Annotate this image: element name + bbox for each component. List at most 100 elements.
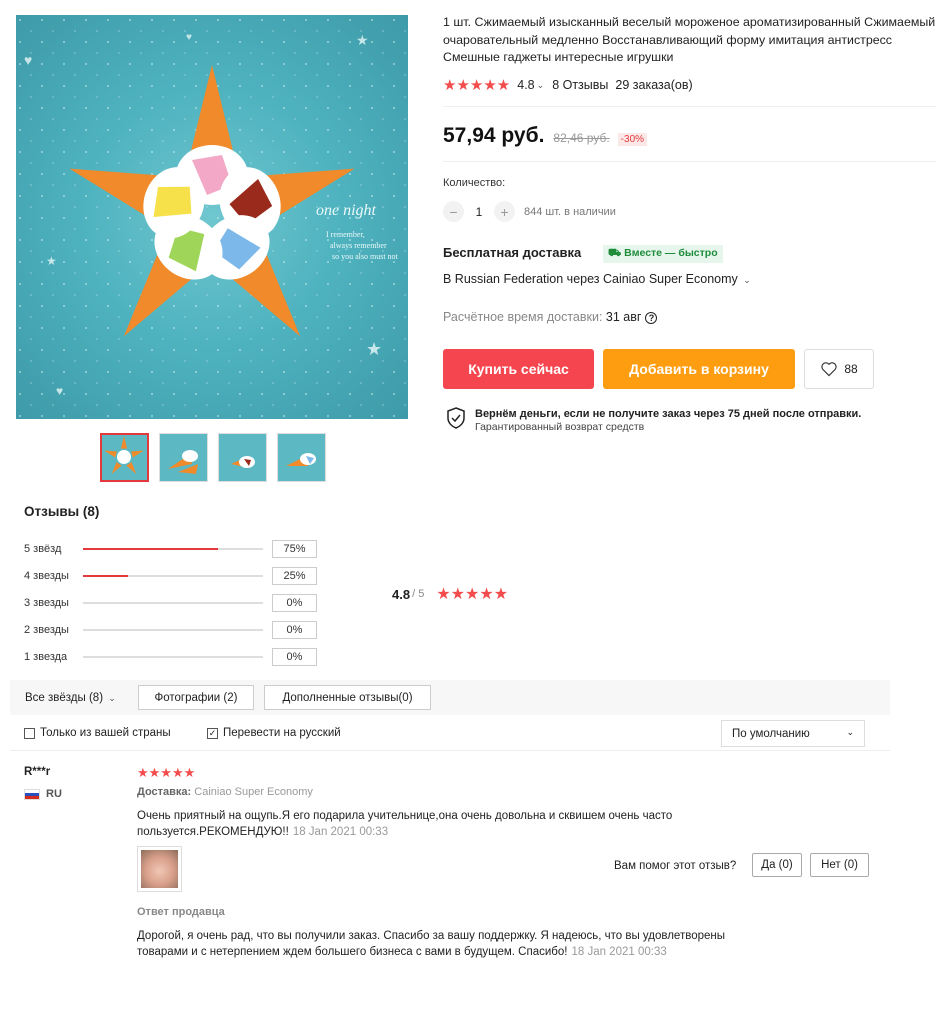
photos-filter-button[interactable]: Фотографии (2): [138, 685, 254, 710]
reviews-link[interactable]: 8 Отзывы: [552, 78, 608, 92]
product-title: 1 шт. Сжимаемый изысканный веселый морож…: [443, 15, 936, 64]
product-main-image[interactable]: ♥ ★ ★ ★ ♥ ♥ one night I remember, always…: [16, 15, 408, 419]
svg-text:♥: ♥: [56, 384, 63, 398]
guarantee-block: Вернём деньги, если не получите заказ че…: [446, 407, 861, 434]
shipping-badge-label: Вместе — быстро: [624, 247, 718, 259]
guarantee-subtitle: Гарантированный возврат средств: [475, 421, 645, 433]
rating-bar-label: 2 звезды: [24, 623, 69, 636]
rating-bar-percent: 0%: [272, 647, 317, 666]
average-max: / 5: [412, 588, 425, 600]
translate-checkbox[interactable]: ✓ Перевести на русский: [207, 727, 341, 739]
rating-breakdown: 5 звёзд 75% 4 звезды 25% 3 звезды 0% 2 звезды 0…: [24, 535, 317, 670]
country-code: RU: [46, 788, 62, 800]
rating-bar-percent: 75%: [272, 539, 317, 558]
review-date: 18 Jan 2021 00:33: [292, 826, 389, 838]
chevron-down-icon: ⌄: [846, 727, 854, 737]
rating-bar-row[interactable]: 3 звезды 0%: [24, 589, 317, 616]
price-row: 57,94 руб. 82,46 руб. -30%: [443, 124, 648, 148]
rating-row: ★★★★★ 4.8 ⌄ 8 Отзывы 29 заказа(ов): [443, 76, 693, 94]
thumbnail[interactable]: [218, 433, 267, 482]
orders-count: 29 заказа(ов): [615, 78, 693, 92]
shipping-route: В Russian Federation через Cainiao Super…: [443, 272, 738, 286]
divider: [443, 106, 936, 107]
wishlist-button[interactable]: 88: [804, 349, 874, 389]
chevron-down-icon: ⌄: [108, 693, 116, 703]
help-icon[interactable]: ?: [645, 311, 658, 324]
review-user: R***r: [24, 766, 51, 778]
rating-bar-label: 1 звезда: [24, 650, 68, 663]
thumbnail-strip: [100, 433, 326, 482]
only-country-label: Только из вашей страны: [40, 727, 171, 739]
thumbnail[interactable]: [277, 433, 326, 482]
seller-reply-date: 18 Jan 2021 00:33: [571, 946, 667, 958]
review-text: Очень приятный на ощупь.Я его подарила у…: [137, 808, 737, 840]
rating-bar-fill: [83, 547, 218, 550]
only-country-checkbox[interactable]: Только из вашей страны: [24, 727, 171, 739]
all-stars-dropdown[interactable]: Все звёзды (8) ⌄: [25, 692, 116, 704]
rating-bar-row[interactable]: 2 звезды 0%: [24, 616, 317, 643]
rating-bar-fill: [83, 574, 128, 577]
image-caption-text: so you also must not: [332, 252, 399, 261]
increase-button[interactable]: +: [494, 201, 515, 222]
decrease-button[interactable]: −: [443, 201, 464, 222]
discount-badge: -30%: [617, 133, 648, 146]
old-price: 82,46 руб.: [553, 131, 610, 145]
truck-icon: ⛟: [608, 247, 625, 259]
delivery-time-value: 31 авг: [605, 310, 642, 324]
svg-text:★: ★: [356, 32, 369, 48]
chevron-down-icon[interactable]: ⌄: [537, 80, 545, 91]
rating-bar-track: [83, 574, 263, 577]
delivery-time-label: Расчётное время доставки:: [443, 310, 603, 324]
checkmark-icon: ✓: [207, 727, 218, 739]
shipping-badge: ⛟ Вместе — быстро: [603, 245, 723, 263]
image-caption-text: always remember: [330, 241, 387, 250]
rating-bar-track: [83, 547, 263, 550]
rating-bar-row[interactable]: 1 звезда 0%: [24, 643, 317, 670]
add-to-cart-button[interactable]: Добавить в корзину: [603, 349, 795, 389]
buy-now-button[interactable]: Купить сейчас: [443, 349, 594, 389]
helpful-yes-button[interactable]: Да (0): [752, 853, 802, 877]
thumbnail[interactable]: [159, 433, 208, 482]
review-photo[interactable]: [137, 846, 182, 892]
review-delivery: Доставка: Cainiao Super Economy: [137, 786, 313, 798]
rating-bar-track: [83, 655, 263, 658]
svg-text:★: ★: [366, 339, 382, 359]
rating-bar-label: 5 звёзд: [24, 542, 62, 555]
flag-icon: [24, 788, 40, 800]
sort-value: По умолчанию: [732, 728, 810, 740]
svg-text:★: ★: [46, 254, 57, 268]
additional-reviews-button[interactable]: Дополненные отзывы(0): [264, 685, 431, 710]
rating-bar-row[interactable]: 4 звезды 25%: [24, 562, 317, 589]
image-caption-text: I remember,: [326, 230, 365, 239]
rating-value[interactable]: 4.8: [517, 78, 534, 92]
quantity-value[interactable]: 1: [464, 205, 494, 219]
rating-bar-label: 4 звезды: [24, 569, 69, 582]
helpful-question: Вам помог этот отзыв?: [614, 860, 737, 872]
review-options-row: Только из вашей страны ✓ Перевести на рус…: [10, 716, 890, 751]
review-filter-bar: Все звёзды (8) ⌄ Фотографии (2) Дополнен…: [10, 680, 890, 715]
shipping-route-selector[interactable]: В Russian Federation через Cainiao Super…: [443, 272, 751, 286]
divider: [443, 161, 936, 162]
rating-bar-percent: 0%: [272, 593, 317, 612]
average-value: 4.8: [392, 586, 411, 602]
review-country: RU: [24, 788, 62, 800]
wishlist-count: 88: [844, 362, 858, 376]
rating-bar-percent: 0%: [272, 620, 317, 639]
thumbnail[interactable]: [100, 433, 149, 482]
delivery-label: Доставка:: [137, 786, 192, 798]
rating-bar-row[interactable]: 5 звёзд 75%: [24, 535, 317, 562]
sort-select[interactable]: По умолчанию ⌄: [721, 720, 865, 747]
rating-bar-percent: 25%: [272, 566, 317, 585]
review-body: Очень приятный на ощупь.Я его подарила у…: [137, 810, 673, 838]
heart-icon: [821, 362, 837, 377]
translate-label: Перевести на русский: [223, 727, 341, 739]
shield-icon: [447, 407, 465, 429]
checkbox-icon: [24, 727, 35, 739]
review-stars: ★★★★★: [137, 765, 196, 780]
average-rating: 4.8 / 5 ★★★★★: [392, 584, 508, 604]
quantity-stepper: − 1 + 844 шт. в наличии: [443, 201, 616, 222]
all-stars-label: Все звёзды (8): [25, 692, 104, 704]
quantity-label: Количество:: [443, 177, 506, 189]
stock-count: 844 шт. в наличии: [524, 205, 616, 218]
helpful-no-button[interactable]: Нет (0): [810, 853, 869, 877]
